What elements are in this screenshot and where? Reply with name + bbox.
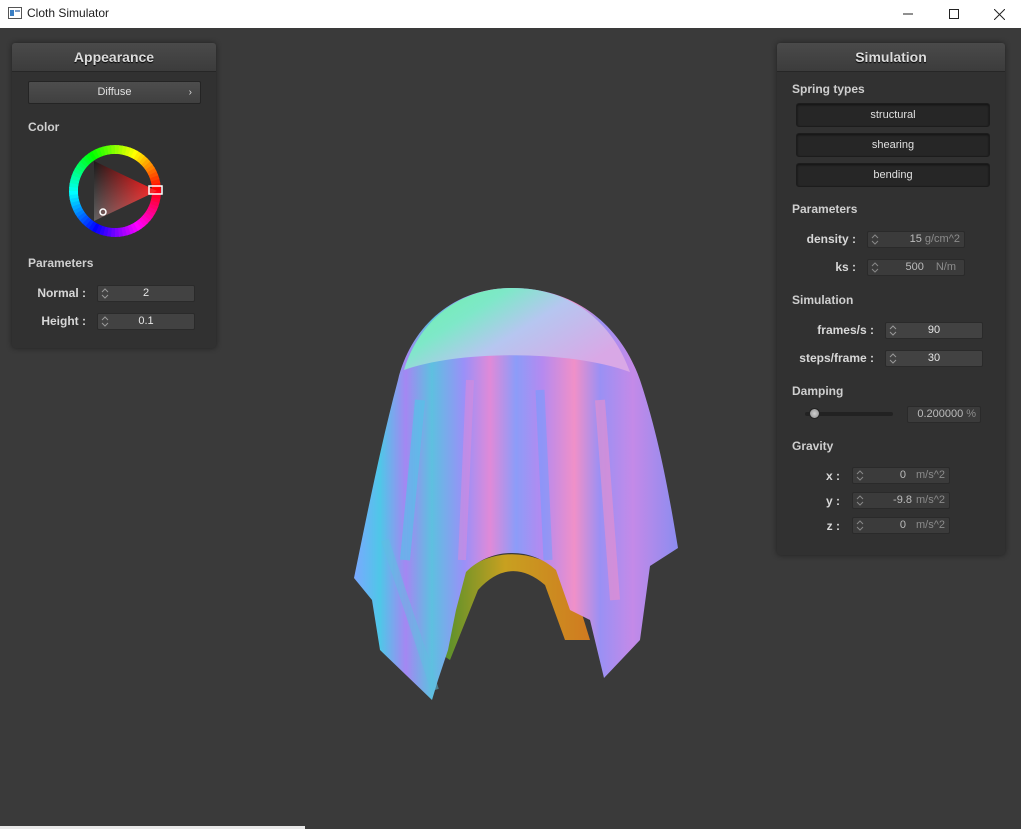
close-icon [993, 8, 1005, 20]
simulation-section-label: Simulation [792, 293, 854, 307]
damping-label: Damping [792, 384, 844, 398]
height-value: 0.1 [138, 315, 154, 327]
window-title: Cloth Simulator [27, 6, 110, 20]
spinner-icon[interactable] [856, 519, 864, 532]
steps-value: 30 [927, 352, 941, 364]
chevron-right-icon: › [188, 87, 192, 98]
color-label: Color [28, 120, 60, 134]
gravity-y-unit: m/s^2 [916, 494, 945, 506]
fps-input[interactable]: 90 [885, 322, 983, 339]
gravity-z-label: z : [826, 519, 840, 533]
gravity-z-input[interactable]: 0 m/s^2 [852, 517, 950, 534]
spinner-icon[interactable] [856, 469, 864, 482]
simulation-panel: Simulation Spring types structural shear… [777, 43, 1005, 555]
height-input[interactable]: 0.1 [97, 313, 195, 330]
gravity-y-label: y : [825, 494, 840, 508]
damping-slider-handle[interactable] [809, 408, 821, 419]
ks-value: 500 [905, 261, 924, 273]
minimize-icon [903, 13, 913, 15]
bending-toggle[interactable]: bending [796, 163, 990, 187]
ks-unit: N/m [935, 261, 956, 273]
shader-dropdown[interactable]: Diffuse › [28, 81, 201, 104]
density-input[interactable]: 15 g/cm^2 [867, 231, 965, 248]
damping-input[interactable]: 0.200000% [907, 406, 981, 423]
structural-toggle[interactable]: structural [796, 103, 990, 127]
fps-label: frames/s : [817, 323, 874, 337]
window-titlebar: Cloth Simulator [0, 0, 1021, 28]
parameters-label: Parameters [792, 202, 858, 216]
close-button[interactable] [976, 0, 1021, 28]
spinner-icon[interactable] [856, 494, 864, 507]
normal-input[interactable]: 2 [97, 285, 195, 302]
gravity-x-value: 0 [899, 469, 906, 481]
color-wheel[interactable] [67, 143, 163, 239]
spinner-icon[interactable] [871, 261, 879, 274]
density-label: density : [806, 232, 856, 246]
height-label: Height : [41, 314, 86, 328]
appearance-header: Appearance [12, 43, 216, 72]
minimize-button[interactable] [885, 0, 931, 28]
ks-input[interactable]: 500 N/m [867, 259, 965, 276]
gravity-label: Gravity [792, 439, 834, 453]
simulation-header: Simulation [777, 43, 1005, 72]
ks-label: ks : [835, 260, 856, 274]
fps-value: 90 [927, 324, 941, 336]
steps-input[interactable]: 30 [885, 350, 983, 367]
appearance-parameters-label: Parameters [28, 256, 94, 270]
density-value: 15 [909, 233, 922, 245]
normal-label: Normal : [37, 286, 86, 300]
spinner-icon[interactable] [871, 233, 879, 246]
shader-value: Diffuse [97, 86, 132, 98]
maximize-icon [949, 9, 959, 19]
maximize-button[interactable] [931, 0, 977, 28]
gravity-z-unit: m/s^2 [916, 519, 945, 531]
gravity-x-label: x : [825, 469, 840, 483]
density-unit: g/cm^2 [924, 233, 960, 245]
app-icon [8, 7, 22, 19]
normal-value: 2 [142, 287, 150, 299]
steps-label: steps/frame : [799, 351, 874, 365]
damping-unit: % [966, 408, 976, 420]
gravity-z-value: 0 [899, 519, 906, 531]
gravity-y-value: -9.8 [893, 494, 912, 506]
damping-value: 0.200000 [917, 408, 964, 420]
gravity-x-unit: m/s^2 [916, 469, 945, 481]
gravity-y-input[interactable]: -9.8 m/s^2 [852, 492, 950, 509]
shearing-toggle[interactable]: shearing [796, 133, 990, 157]
gravity-x-input[interactable]: 0 m/s^2 [852, 467, 950, 484]
appearance-panel: Appearance Diffuse › Color Parameters No… [12, 43, 216, 348]
spring-types-label: Spring types [792, 82, 865, 96]
